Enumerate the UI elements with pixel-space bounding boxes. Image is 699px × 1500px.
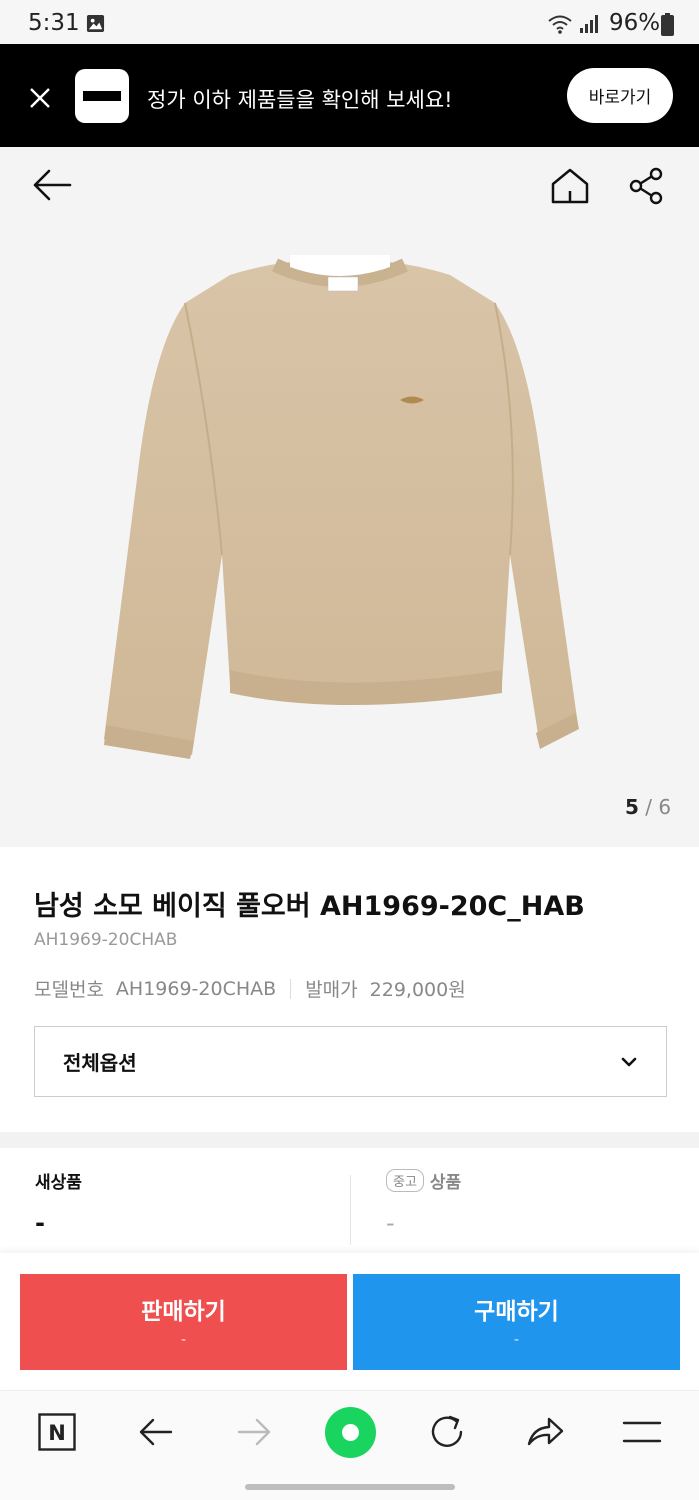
sell-button[interactable]: 판매하기 - [20,1274,347,1370]
browser-share-icon[interactable] [525,1414,565,1450]
app-logo [75,69,129,123]
used-product-label-row: 중고 상품 [386,1168,461,1193]
model-number-label: 모델번호 [34,979,104,1001]
naver-n-letter: N [48,1421,66,1445]
section-divider [0,1132,699,1148]
home-indicator[interactable] [245,1484,455,1490]
green-dot-icon[interactable] [325,1407,376,1458]
naver-home-icon[interactable]: N [38,1413,76,1451]
close-icon[interactable] [26,84,54,112]
image-counter-current: 5 [625,795,639,819]
image-counter: 5 / 6 [625,795,671,819]
buy-button-label: 구매하기 [474,1299,559,1325]
home-icon[interactable] [550,167,590,205]
release-price-value: 229,000원 [369,979,466,1001]
buy-button[interactable]: 구매하기 - [353,1274,680,1370]
divider [350,1175,351,1245]
divider [290,978,292,999]
option-select[interactable]: 전체옵션 [34,1026,667,1097]
buy-button-price: - [513,1332,520,1348]
image-counter-total: 6 [658,795,672,819]
menu-icon[interactable] [622,1417,662,1447]
go-now-button[interactable]: 바로가기 [567,68,673,123]
chevron-down-icon [621,1057,637,1067]
product-photo-sweater [104,255,579,759]
reload-icon[interactable] [428,1413,466,1451]
share-icon[interactable] [628,167,664,205]
sell-button-price: - [180,1332,187,1348]
banner-message: 정가 이하 제품들을 확인해 보세요! [147,88,453,112]
battery-icon [661,13,674,36]
used-product-label: 상품 [429,1173,462,1193]
sell-button-label: 판매하기 [141,1299,226,1325]
back-arrow-icon[interactable] [32,168,72,202]
used-product-price[interactable]: 중고 상품 - [386,1168,461,1237]
promo-banner: 정가 이하 제품들을 확인해 보세요! 바로가기 [0,44,699,147]
model-info-row: 모델번호 AH1969-20CHAB 발매가 229,000원 [34,975,466,1002]
release-price-label: 발매가 [305,979,358,1001]
new-product-price[interactable]: 새상품 - [35,1168,82,1237]
browser-back-icon[interactable] [138,1414,174,1450]
option-select-value: 전체옵션 [63,1051,137,1075]
used-product-value: - [386,1209,395,1237]
new-product-label: 새상품 [35,1173,82,1193]
signal-icon [580,15,598,33]
status-time: 5:31 [28,10,80,36]
product-title: 남성 소모 베이직 풀오버 AH1969-20C_HAB [34,891,585,922]
battery-percent: 96% [609,10,661,36]
browser-forward-icon[interactable] [236,1414,272,1450]
model-number-value: AH1969-20CHAB [115,977,277,1000]
product-subcode: AH1969-20CHAB [34,930,178,950]
new-product-value: - [35,1209,45,1237]
status-bar: 5:31 96% [0,0,699,44]
gallery-notification-icon [86,14,105,33]
wifi-icon [548,15,572,34]
image-counter-separator: / [645,795,653,819]
used-badge: 중고 [386,1169,424,1192]
